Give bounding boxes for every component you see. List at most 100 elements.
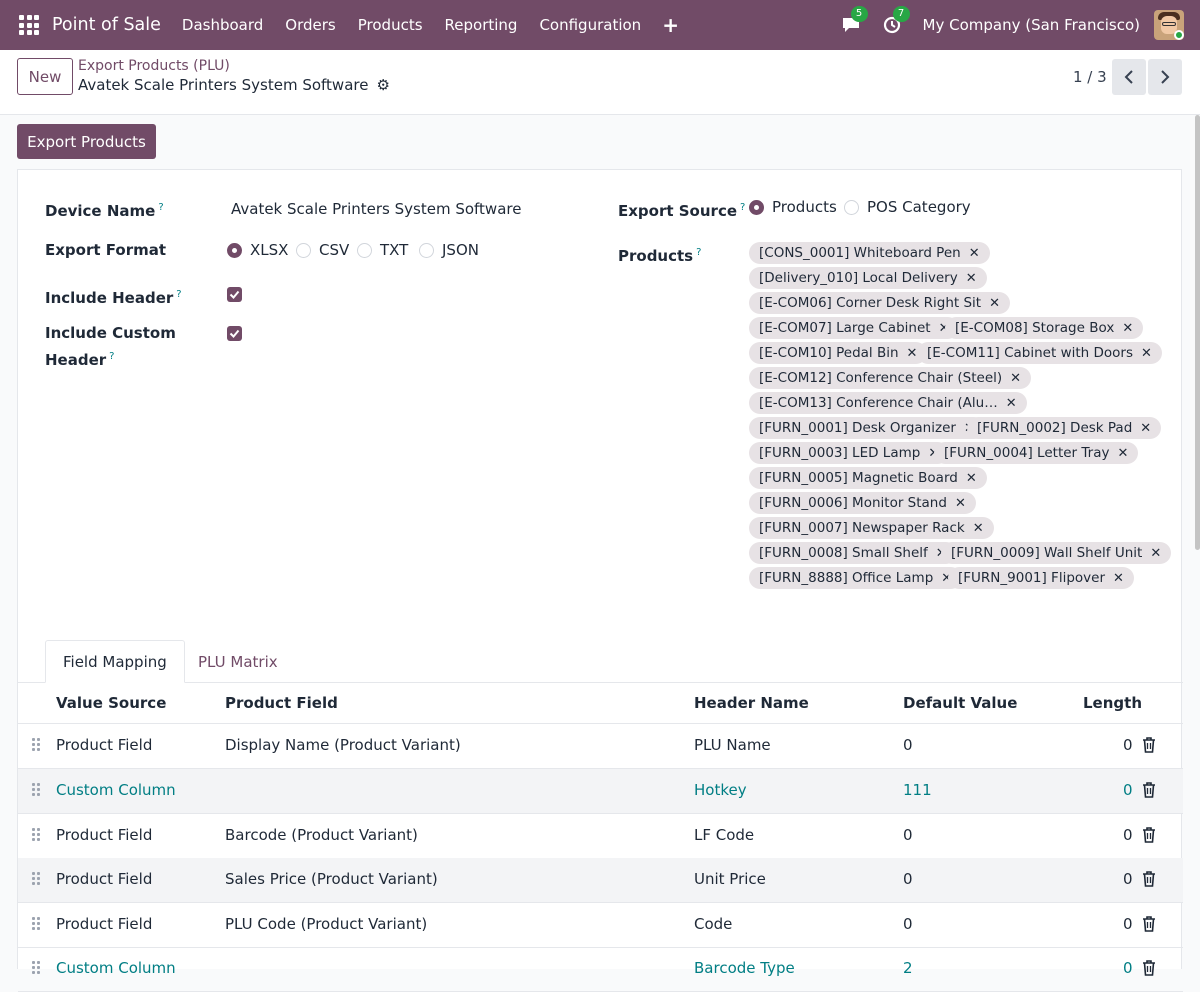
include-custom-header-checkbox[interactable] [227, 326, 242, 341]
remove-tag-icon[interactable]: ✕ [1140, 421, 1151, 436]
col-length[interactable]: Length [1083, 694, 1142, 712]
trash-icon[interactable] [1142, 916, 1156, 932]
remove-tag-icon[interactable]: ✕ [1141, 346, 1152, 361]
radio-csv[interactable]: CSV [296, 241, 349, 259]
remove-tag-icon[interactable]: ✕ [1010, 371, 1021, 386]
remove-tag-icon[interactable]: ✕ [1117, 446, 1128, 461]
record-name: Avatek Scale Printers System Software [78, 76, 369, 94]
app-name[interactable]: Point of Sale [52, 15, 161, 35]
product-tag[interactable]: [FURN_0001] Desk Organizer✕ [749, 417, 985, 439]
remove-tag-icon[interactable]: ✕ [973, 521, 984, 536]
col-default-value[interactable]: Default Value [903, 694, 1017, 712]
products-label: Products? [618, 247, 702, 265]
remove-tag-icon[interactable]: ✕ [969, 246, 980, 261]
product-tag[interactable]: [E-COM11] Cabinet with Doors ✕ [917, 342, 1162, 364]
product-tag[interactable]: [FURN_0006] Monitor Stand ✕ [749, 492, 976, 514]
table-row[interactable]: Product Field Sales Price (Product Varia… [18, 858, 1183, 903]
tab-field-mapping[interactable]: Field Mapping [45, 640, 185, 683]
menu-dashboard[interactable]: Dashboard [171, 16, 274, 34]
remove-tag-icon[interactable]: ✕ [966, 471, 977, 486]
product-tag[interactable]: [E-COM06] Corner Desk Right Sit ✕ [749, 292, 1011, 314]
menu-orders[interactable]: Orders [274, 16, 346, 34]
app-menu-icon[interactable] [19, 15, 39, 35]
help-tooltip-icon[interactable]: ? [696, 247, 701, 258]
help-tooltip-icon[interactable]: ? [740, 202, 745, 213]
product-tag[interactable]: [FURN_0009] Wall Shelf Unit ✕ [941, 542, 1172, 564]
export-products-button[interactable]: Export Products [17, 124, 156, 159]
scrollbar[interactable] [1195, 115, 1200, 550]
activities-button[interactable]: 7 [883, 6, 910, 34]
col-header-name[interactable]: Header Name [694, 694, 809, 712]
drag-handle-icon[interactable] [32, 917, 40, 930]
radio-json[interactable]: JSON [419, 241, 479, 259]
product-tag[interactable]: [E-COM10] Pedal Bin ✕ [749, 342, 928, 364]
gear-icon[interactable]: ⚙ [376, 76, 389, 94]
product-tag[interactable]: [FURN_0003] LED Lamp✕ [749, 442, 950, 464]
trash-icon[interactable] [1142, 782, 1156, 798]
remove-tag-icon[interactable]: ✕ [1150, 546, 1161, 561]
trash-icon[interactable] [1142, 827, 1156, 843]
new-button[interactable]: New [17, 58, 73, 95]
trash-icon[interactable] [1142, 960, 1156, 976]
product-tag[interactable]: [FURN_0008] Small Shelf✕ [749, 542, 957, 564]
pager-next-button[interactable] [1148, 59, 1182, 95]
pager-previous-button[interactable] [1112, 59, 1146, 95]
product-tag[interactable]: [E-COM12] Conference Chair (Steel) ✕ [749, 367, 1032, 389]
device-name-label: Device Name? [45, 202, 164, 220]
product-tag[interactable]: [FURN_8888] Office Lamp ✕ [749, 567, 963, 589]
help-tooltip-icon[interactable]: ? [176, 289, 181, 300]
remove-tag-icon[interactable]: ✕ [989, 296, 1000, 311]
messages-button[interactable]: 5 [841, 6, 868, 34]
remove-tag-icon[interactable]: ✕ [966, 271, 977, 286]
col-value-source[interactable]: Value Source [56, 694, 166, 712]
cell-default-value: 111 [903, 781, 932, 799]
remove-tag-icon[interactable]: ✕ [1113, 571, 1124, 586]
radio-txt[interactable]: TXT [357, 241, 408, 259]
table-row[interactable]: Product Field Display Name (Product Vari… [18, 724, 1183, 769]
remove-tag-icon[interactable]: ✕ [1122, 321, 1133, 336]
device-name-field[interactable]: Avatek Scale Printers System Software [231, 200, 521, 218]
include-header-checkbox[interactable] [227, 287, 242, 302]
product-tag[interactable]: [Delivery_010] Local Delivery ✕ [749, 267, 987, 289]
product-tag[interactable]: [FURN_0007] Newspaper Rack ✕ [749, 517, 994, 539]
table-row[interactable]: Custom Column Barcode Type 2 0 [18, 947, 1183, 992]
table-row[interactable]: Product Field PLU Code (Product Variant)… [18, 903, 1183, 948]
trash-icon[interactable] [1142, 737, 1156, 753]
cell-default-value: 0 [903, 736, 913, 754]
remove-tag-icon[interactable]: ✕ [907, 346, 918, 361]
trash-icon[interactable] [1142, 871, 1156, 887]
table-row[interactable]: Custom Column Hotkey 111 0 [18, 769, 1183, 814]
menu-plus-icon[interactable]: + [652, 13, 689, 37]
menu-reporting[interactable]: Reporting [434, 16, 529, 34]
product-tag[interactable]: [FURN_0005] Magnetic Board ✕ [749, 467, 987, 489]
product-tag[interactable]: [FURN_0004] Letter Tray ✕ [934, 442, 1139, 464]
remove-tag-icon[interactable]: ✕ [1006, 396, 1017, 411]
user-avatar[interactable] [1154, 10, 1184, 40]
drag-handle-icon[interactable] [32, 828, 40, 841]
remove-tag-icon[interactable]: ✕ [955, 496, 966, 511]
radio-products[interactable]: Products [749, 198, 837, 216]
col-product-field[interactable]: Product Field [225, 694, 338, 712]
breadcrumb-parent[interactable]: Export Products (PLU) [78, 58, 230, 74]
table-row[interactable]: Product Field Barcode (Product Variant) … [18, 814, 1183, 859]
product-tag[interactable]: [FURN_9001] Flipover ✕ [948, 567, 1134, 589]
product-tag[interactable]: [E-COM13] Conference Chair (Alu… ✕ [749, 392, 1027, 414]
tab-plu-matrix[interactable]: PLU Matrix [181, 640, 295, 683]
radio-pos-category[interactable]: POS Category [844, 198, 971, 216]
drag-handle-icon[interactable] [32, 961, 40, 974]
drag-handle-icon[interactable] [32, 783, 40, 796]
company-switcher[interactable]: My Company (San Francisco) [923, 16, 1140, 34]
cell-default-value: 0 [903, 915, 913, 933]
help-tooltip-icon[interactable]: ? [158, 202, 163, 213]
product-tag[interactable]: [E-COM07] Large Cabinet✕ [749, 317, 960, 339]
product-tag[interactable]: [E-COM08] Storage Box ✕ [945, 317, 1144, 339]
pager-value[interactable]: 1 / 3 [1073, 68, 1107, 86]
product-tag[interactable]: [CONS_0001] Whiteboard Pen ✕ [749, 242, 990, 264]
menu-products[interactable]: Products [347, 16, 434, 34]
help-tooltip-icon[interactable]: ? [109, 351, 114, 362]
product-tag[interactable]: [FURN_0002] Desk Pad ✕ [967, 417, 1162, 439]
drag-handle-icon[interactable] [32, 738, 40, 751]
menu-configuration[interactable]: Configuration [528, 16, 652, 34]
drag-handle-icon[interactable] [32, 872, 40, 885]
radio-xlsx[interactable]: XLSX [227, 241, 288, 259]
